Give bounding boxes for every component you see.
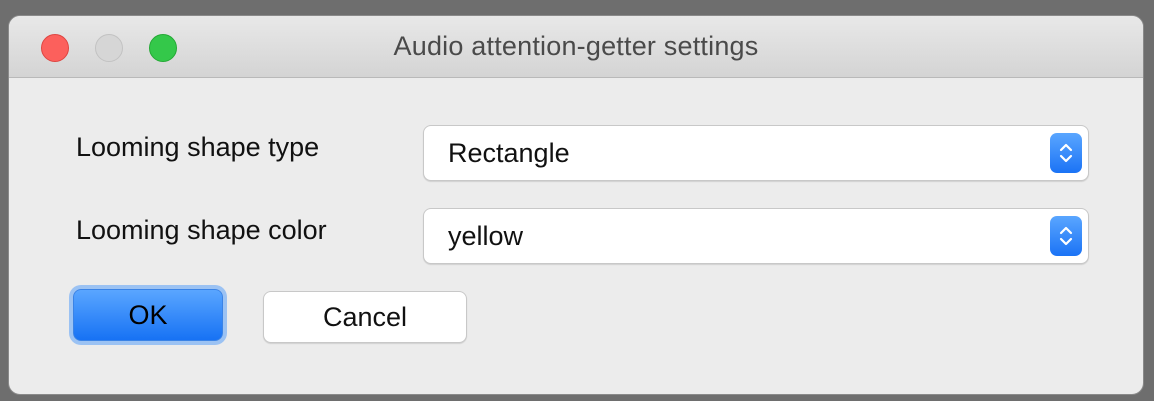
shape-color-label: Looming shape color bbox=[76, 215, 327, 245]
maximize-window-button[interactable] bbox=[149, 34, 177, 62]
shape-type-label: Looming shape type bbox=[76, 132, 320, 162]
shape-type-select[interactable]: Rectangle bbox=[423, 125, 1089, 181]
window-controls bbox=[41, 34, 177, 62]
chevron-up-down-icon[interactable] bbox=[1050, 133, 1082, 173]
ok-button[interactable]: OK bbox=[73, 289, 223, 341]
shape-color-select[interactable]: yellow bbox=[423, 208, 1089, 264]
close-window-button[interactable] bbox=[41, 34, 69, 62]
dialog-window: Audio attention-getter settings Looming … bbox=[8, 15, 1144, 395]
cancel-button[interactable]: Cancel bbox=[263, 291, 467, 343]
dialog-content: Looming shape type Rectangle Looming sha… bbox=[9, 78, 1143, 394]
shape-color-value: yellow bbox=[448, 221, 524, 251]
title-bar[interactable]: Audio attention-getter settings bbox=[9, 16, 1143, 78]
minimize-window-button[interactable] bbox=[95, 34, 123, 62]
shape-type-value: Rectangle bbox=[448, 138, 570, 168]
window-title: Audio attention-getter settings bbox=[393, 31, 759, 61]
chevron-up-down-icon[interactable] bbox=[1050, 216, 1082, 256]
